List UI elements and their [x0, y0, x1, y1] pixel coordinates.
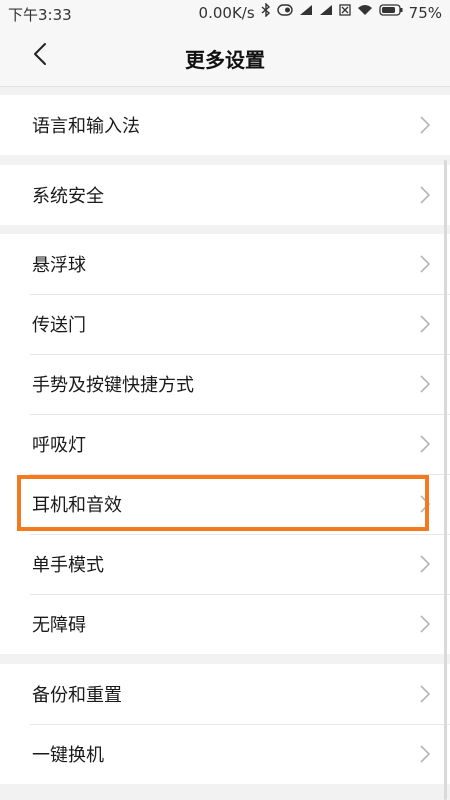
settings-group-1: 语言和输入法 [0, 95, 450, 155]
signal-icon [299, 4, 313, 22]
settings-group-3: 悬浮球 传送门 手势及按键快捷方式 呼吸灯 耳机和音效 单手模式 无障碍 [0, 234, 450, 654]
status-bar: 下午3:33 0.00K/s 75% [0, 0, 450, 26]
chevron-right-icon [420, 255, 431, 273]
setting-item-label: 手势及按键快捷方式 [32, 375, 194, 396]
setting-item-floating-ball[interactable]: 悬浮球 [0, 234, 450, 294]
setting-item-label: 系统安全 [32, 186, 104, 207]
settings-group-4: 备份和重置 一键换机 [0, 664, 450, 784]
page-title: 更多设置 [185, 48, 265, 72]
chevron-right-icon [420, 555, 431, 573]
chevron-right-icon [420, 375, 431, 393]
setting-item-accessibility[interactable]: 无障碍 [0, 594, 450, 654]
chevron-right-icon [420, 495, 431, 513]
setting-item-portal[interactable]: 传送门 [0, 294, 450, 354]
scrollbar[interactable] [444, 160, 447, 800]
battery-percent: 75% [408, 4, 442, 22]
net-speed: 0.00K/s [198, 4, 255, 22]
setting-item-label: 无障碍 [32, 615, 86, 636]
bluetooth-icon [261, 2, 271, 23]
chevron-right-icon [420, 116, 431, 134]
setting-item-system-security[interactable]: 系统安全 [0, 165, 450, 225]
chevron-right-icon [420, 685, 431, 703]
setting-item-label: 耳机和音效 [32, 495, 122, 516]
setting-item-label: 呼吸灯 [32, 435, 86, 456]
chevron-right-icon [420, 315, 431, 333]
chevron-right-icon [420, 435, 431, 453]
chevron-right-icon [420, 745, 431, 763]
setting-item-one-key-transfer[interactable]: 一键换机 [0, 724, 450, 784]
setting-item-one-hand-mode[interactable]: 单手模式 [0, 534, 450, 594]
status-icons: 0.00K/s 75% [198, 2, 442, 23]
setting-item-gesture-shortcuts[interactable]: 手势及按键快捷方式 [0, 354, 450, 414]
settings-group-2: 系统安全 [0, 165, 450, 225]
setting-item-breathing-light[interactable]: 呼吸灯 [0, 414, 450, 474]
vibrate-icon [276, 4, 293, 22]
setting-item-label: 单手模式 [32, 555, 104, 576]
setting-item-label: 一键换机 [32, 745, 104, 766]
status-time: 下午3:33 [8, 6, 72, 24]
setting-item-label: 传送门 [32, 315, 86, 336]
setting-item-label: 备份和重置 [32, 685, 122, 706]
setting-item-language-input[interactable]: 语言和输入法 [0, 95, 450, 155]
battery-icon [379, 4, 403, 22]
signal-icon-2 [319, 4, 333, 22]
setting-item-backup-reset[interactable]: 备份和重置 [0, 664, 450, 724]
chevron-right-icon [420, 615, 431, 633]
setting-item-headphones-audio[interactable]: 耳机和音效 [0, 474, 450, 534]
nav-bar: 更多设置 [0, 26, 450, 87]
no-sim-icon [339, 4, 351, 22]
wifi-icon [357, 4, 373, 22]
chevron-right-icon [420, 186, 431, 204]
setting-item-label: 悬浮球 [32, 255, 86, 276]
setting-item-label: 语言和输入法 [32, 116, 140, 137]
